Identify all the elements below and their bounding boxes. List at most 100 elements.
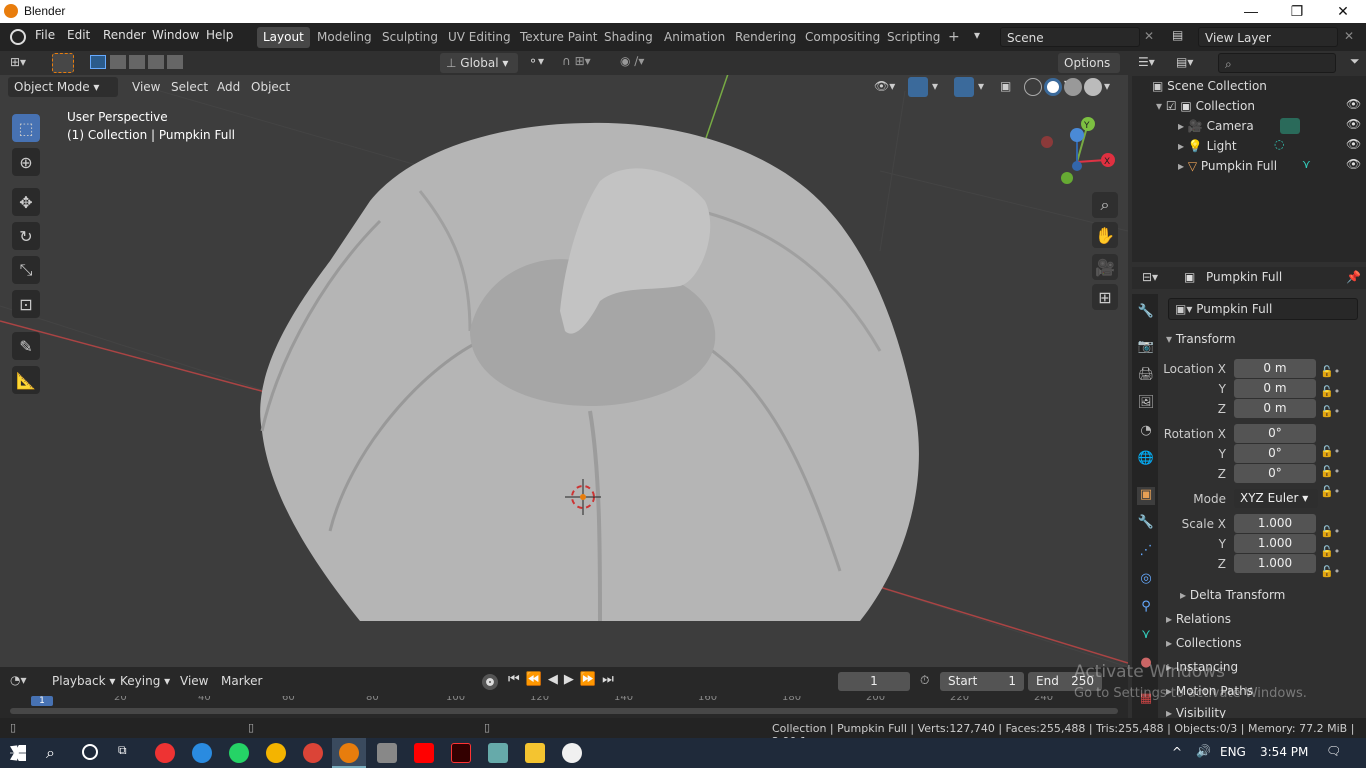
view-layer-field[interactable]: View Layer xyxy=(1198,27,1338,47)
tab-sculpting[interactable]: Sculpting xyxy=(376,27,444,48)
select-box-tool-icon[interactable] xyxy=(52,53,74,73)
taskbar-search-icon[interactable]: ⌕ xyxy=(46,743,55,763)
proportional-edit-icon[interactable]: ◉ ∕▾ xyxy=(620,54,644,68)
playhead[interactable]: 1 xyxy=(31,696,53,706)
collection-eye-icon[interactable]: 👁 xyxy=(1346,97,1361,111)
menu-keying[interactable]: Keying ▾ xyxy=(114,671,176,691)
rotate-tool-icon[interactable]: ↻ xyxy=(12,222,40,250)
menu-object[interactable]: Object xyxy=(245,77,296,97)
volume-icon[interactable]: 🔊 xyxy=(1196,744,1211,758)
options-dropdown[interactable]: Options ▾ xyxy=(1058,53,1120,90)
object-name-field[interactable]: ▣▾ Pumpkin Full xyxy=(1168,298,1358,320)
outliner-collection[interactable]: ▾ ☑ ▣ Collection xyxy=(1156,96,1255,116)
select-tool-icon[interactable]: ⬚ xyxy=(12,114,40,142)
transform-panel-header[interactable]: ▾ Transform xyxy=(1166,332,1236,346)
timeline-scrollbar[interactable] xyxy=(10,708,1118,714)
modifier-tab-icon[interactable]: 🔧 xyxy=(1137,515,1155,533)
expand-chevron-icon[interactable]: ▾ xyxy=(1156,99,1166,113)
snap-icon[interactable]: ∩ ⊞▾ xyxy=(562,54,591,68)
task-view-icon[interactable]: ⧉ xyxy=(118,743,127,758)
mesh-data-icon[interactable]: ⋎ xyxy=(1302,157,1311,171)
whatsapp-icon[interactable] xyxy=(229,743,249,763)
menu-add[interactable]: Add xyxy=(211,77,246,97)
editor-type-icon[interactable]: ⊞▾ xyxy=(10,55,26,69)
start-frame-field[interactable]: Start 1 xyxy=(940,672,1024,691)
outliner-search-input[interactable]: ⌕ xyxy=(1218,53,1336,73)
pivot-point-icon[interactable]: ⚬▾ xyxy=(528,54,544,68)
rotation-y-field[interactable]: 0° xyxy=(1234,444,1316,463)
outliner-editor-type-icon[interactable]: ☰▾ xyxy=(1138,55,1155,69)
menu-playback[interactable]: Playback ▾ xyxy=(46,671,121,691)
physics-tab-icon[interactable]: ◎ xyxy=(1137,571,1155,589)
menu-file[interactable]: File xyxy=(35,28,55,42)
scale-z-field[interactable]: 1.000 xyxy=(1234,554,1316,573)
minimize-button[interactable]: — xyxy=(1228,0,1274,23)
rotation-z-field[interactable]: 0° xyxy=(1234,464,1316,483)
menu-select[interactable]: Select xyxy=(165,77,214,97)
display-mode-icon[interactable]: ▤▾ xyxy=(1176,55,1193,69)
menu-timeline-view[interactable]: View xyxy=(174,671,214,691)
world-tab-icon[interactable]: 🌐 xyxy=(1137,451,1155,469)
annotate-tool-icon[interactable]: ✎ xyxy=(12,332,40,360)
scene-tab-icon[interactable]: ◔ xyxy=(1137,423,1155,441)
gizmo-dropdown-icon[interactable]: ▾ xyxy=(932,79,938,93)
menu-window[interactable]: Window xyxy=(152,28,199,42)
menu-render[interactable]: Render xyxy=(103,28,146,42)
object-mode-dropdown[interactable]: Object Mode ▾ xyxy=(8,77,118,97)
view-layer-icon[interactable]: ▤ xyxy=(1172,28,1183,42)
output-tab-icon[interactable]: 🖨 xyxy=(1137,367,1155,385)
menu-view[interactable]: View xyxy=(126,77,166,97)
location-y-field[interactable]: 0 m xyxy=(1234,379,1316,398)
tray-chevron-icon[interactable]: ^ xyxy=(1172,745,1182,759)
scale-tool-icon[interactable]: ⤡ xyxy=(12,256,40,284)
photos-icon[interactable] xyxy=(377,743,397,763)
scene-name-field[interactable]: Scene xyxy=(1000,27,1140,47)
timeline-editor-type-icon[interactable]: ◔▾ xyxy=(10,673,27,687)
outliner-scene-collection[interactable]: ▣ Scene Collection xyxy=(1152,76,1267,96)
3d-viewport[interactable] xyxy=(0,51,1128,667)
render-tab-icon[interactable]: 📷 xyxy=(1137,339,1155,357)
outliner-item-pumpkin[interactable]: ▸ ▽ Pumpkin Full xyxy=(1178,156,1277,176)
material-shading-icon[interactable] xyxy=(1064,78,1082,96)
blender-taskbar-button[interactable] xyxy=(332,738,366,768)
rendered-shading-icon[interactable] xyxy=(1084,78,1102,96)
maximize-button[interactable]: ❐ xyxy=(1274,0,1320,23)
pin-icon[interactable]: 📌 xyxy=(1346,270,1361,284)
solid-shading-icon[interactable] xyxy=(1044,78,1062,96)
lock-icons[interactable]: 🔓• 🔓• 🔓• 🔓• 🔓• 🔓• 🔓• 🔓• 🔓• xyxy=(1320,362,1340,582)
delta-transform-header[interactable]: ▸ Delta Transform xyxy=(1180,588,1285,602)
youtube-icon[interactable] xyxy=(414,743,434,763)
tab-compositing[interactable]: Compositing xyxy=(799,27,886,48)
current-frame-field[interactable]: 1 xyxy=(838,672,910,691)
select-new-icon[interactable] xyxy=(90,55,106,69)
tab-texture-paint[interactable]: Texture Paint xyxy=(514,27,603,48)
select-extend-icon[interactable] xyxy=(110,55,126,69)
collections-header[interactable]: ▸ Collections xyxy=(1166,636,1241,650)
timeline[interactable]: 0 20 40 60 80 100 120 140 160 180 200 22… xyxy=(0,696,1128,718)
camera-view-icon[interactable]: 🎥 xyxy=(1092,254,1118,280)
navigation-gizmo[interactable]: Y X xyxy=(1040,115,1120,190)
menu-edit[interactable]: Edit xyxy=(67,28,90,42)
close-scene-icon[interactable]: ✕ xyxy=(1144,29,1154,43)
close-button[interactable]: ✕ xyxy=(1320,0,1366,23)
menu-help[interactable]: Help xyxy=(206,28,233,42)
filter-icon[interactable]: ⏷ xyxy=(1350,54,1360,69)
chrome-profile2-icon[interactable] xyxy=(303,743,323,763)
xray-icon[interactable]: ▣ xyxy=(1000,79,1011,93)
constraints-tab-icon[interactable]: ⚲ xyxy=(1137,599,1155,617)
close-view-layer-icon[interactable]: ✕ xyxy=(1344,29,1354,43)
view-layer-tab-icon[interactable]: 🖼 xyxy=(1137,395,1155,413)
pan-hand-icon[interactable]: ✋ xyxy=(1092,222,1118,248)
playback-controls[interactable]: ⏮⏪◀▶⏩⏭ xyxy=(508,672,620,687)
pumpkin-eye-icon[interactable]: 👁 xyxy=(1346,157,1361,171)
rotation-x-field[interactable]: 0° xyxy=(1234,424,1316,443)
tool-tab-icon[interactable]: 🔧 xyxy=(1137,304,1155,322)
blender-menu-icon[interactable] xyxy=(10,29,26,45)
tab-uv-editing[interactable]: UV Editing xyxy=(442,27,517,48)
scale-x-field[interactable]: 1.000 xyxy=(1234,514,1316,533)
select-intersect-icon[interactable] xyxy=(167,55,183,69)
gizmo-toggle-icon[interactable] xyxy=(908,77,928,97)
camera-data-icon[interactable] xyxy=(1280,118,1300,134)
cortana-icon[interactable] xyxy=(82,744,98,760)
clock-icon[interactable]: ⏱ xyxy=(920,673,929,688)
